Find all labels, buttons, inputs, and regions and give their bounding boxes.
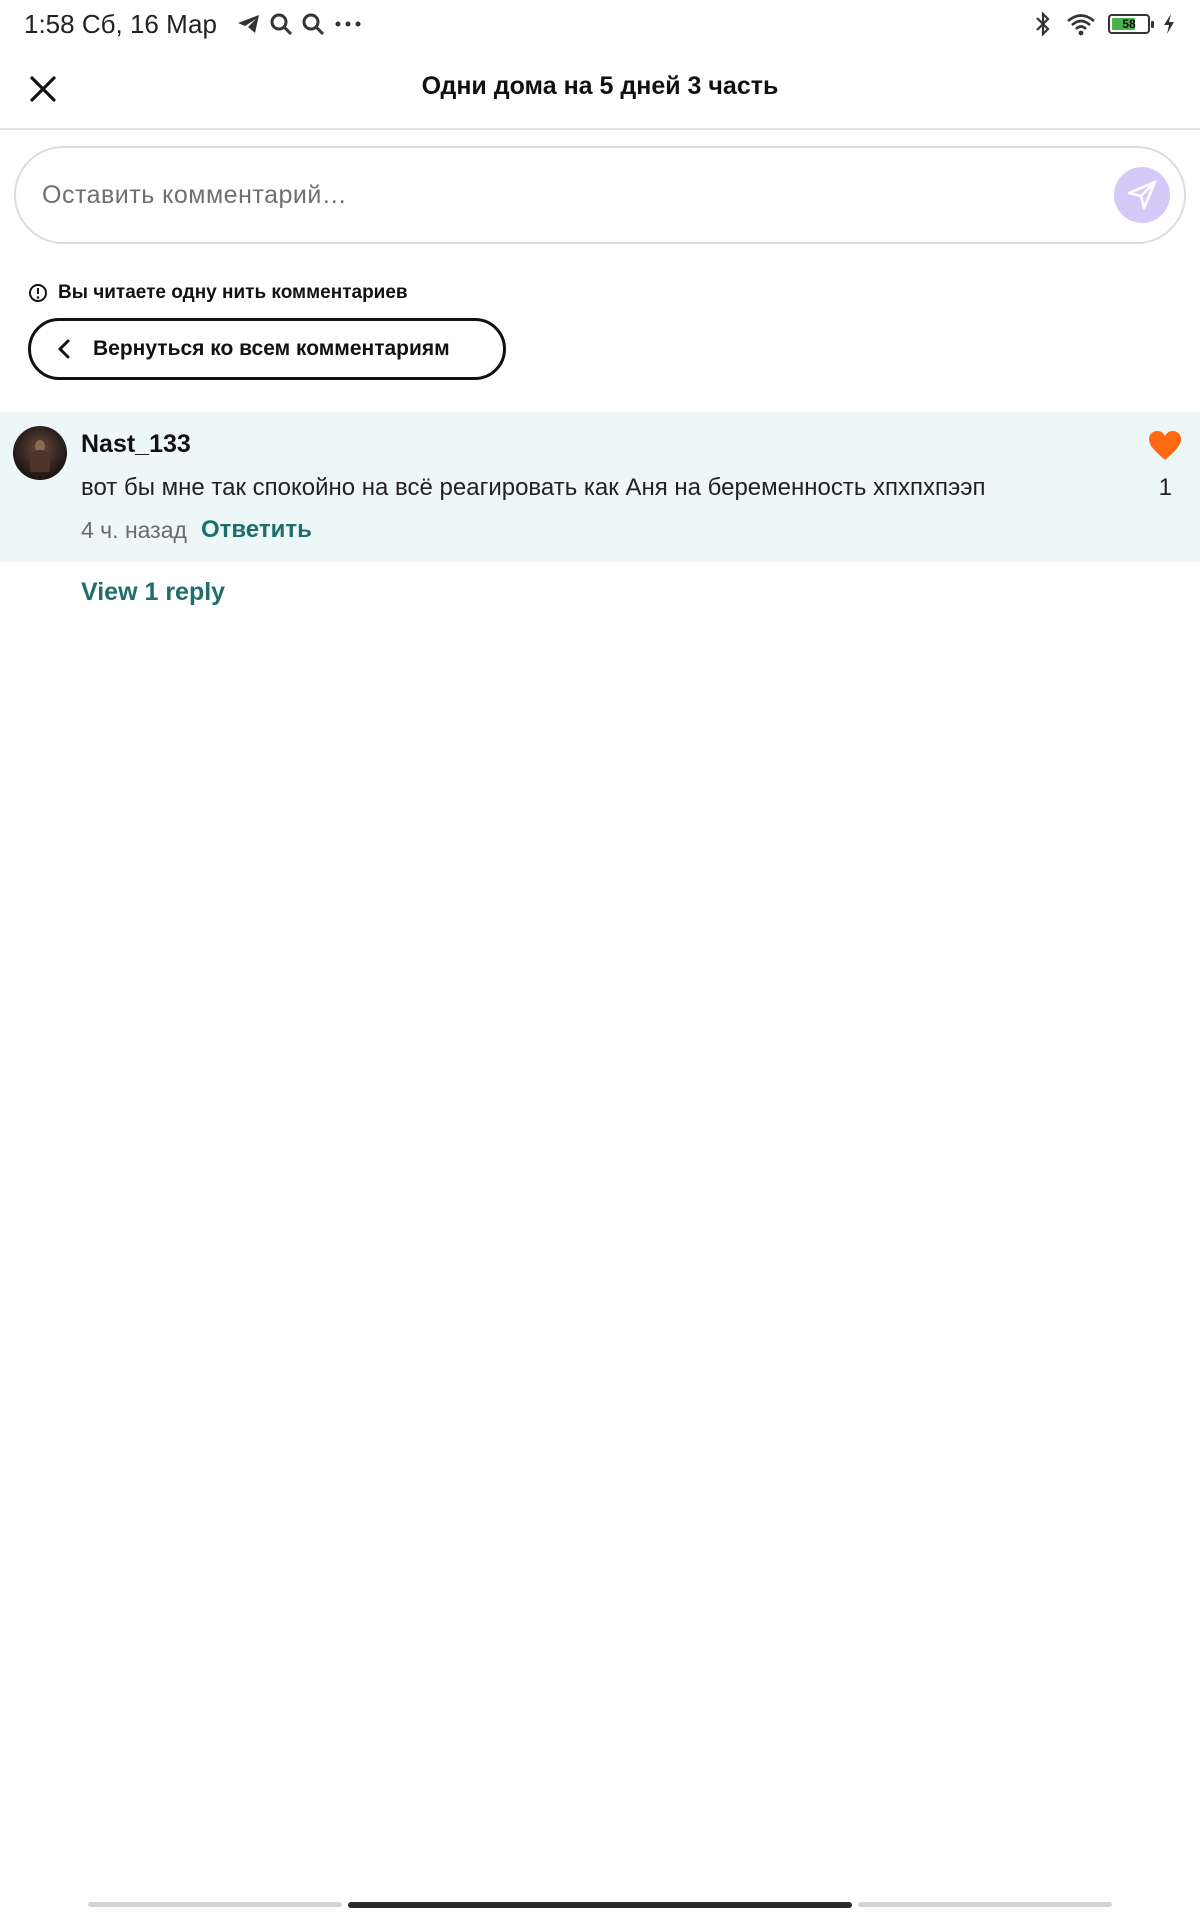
search-icon	[302, 13, 325, 36]
battery-level: 58	[1122, 17, 1136, 31]
heart-icon	[1149, 431, 1181, 460]
send-icon	[1127, 180, 1157, 210]
page-title: Одни дома на 5 дней 3 часть	[421, 72, 779, 100]
header: Одни дома на 5 дней 3 часть	[0, 48, 1200, 130]
status-left: 1:58 Сб, 16 Мар	[24, 9, 363, 40]
comment-text: вот бы мне так спокойно на всё реагирова…	[81, 474, 986, 501]
comment-input[interactable]	[42, 180, 1114, 210]
chevron-left-icon	[58, 339, 70, 359]
comment-item: Nast_133 вот бы мне так спокойно на всё …	[0, 412, 1200, 562]
charging-icon	[1164, 14, 1174, 34]
nav-handle-active	[348, 1902, 852, 1908]
telegram-icon	[237, 15, 259, 33]
comment-time: 4 ч. назад	[81, 516, 187, 543]
avatar[interactable]	[13, 426, 67, 480]
send-button[interactable]	[1114, 167, 1170, 223]
comment-username[interactable]: Nast_133	[81, 430, 191, 459]
status-notification-icons	[237, 12, 363, 36]
bluetooth-icon	[1036, 11, 1050, 37]
more-icon	[335, 21, 361, 27]
like-count: 1	[1158, 474, 1172, 501]
like-button[interactable]	[1148, 430, 1182, 462]
nav-handle-segment	[88, 1902, 342, 1907]
nav-handle-segment	[858, 1902, 1112, 1907]
status-system-icons: 58	[1032, 11, 1176, 37]
reply-button[interactable]: Ответить	[201, 516, 312, 544]
status-time-date: 1:58 Сб, 16 Мар	[24, 8, 217, 39]
comment-input-container	[14, 146, 1186, 244]
comment-meta: 4 ч. назад Ответить	[81, 516, 312, 544]
status-bar: 1:58 Сб, 16 Мар 58	[0, 0, 1200, 48]
battery-icon: 58	[1108, 14, 1154, 34]
comments-screen: 1:58 Сб, 16 Мар 58 Одни дома на 5 дней 3…	[0, 0, 1200, 1920]
back-button-label: Вернуться ко всем комментариям	[93, 337, 450, 360]
thread-notice: Вы читаете одну нить комментариев	[28, 282, 408, 304]
wifi-icon	[1067, 14, 1095, 36]
info-icon	[29, 284, 47, 302]
back-to-all-comments-button[interactable]: Вернуться ко всем комментариям	[28, 318, 506, 380]
navigation-handle[interactable]	[88, 1902, 1112, 1908]
search-icon	[270, 13, 293, 36]
thread-notice-text: Вы читаете одну нить комментариев	[58, 282, 408, 303]
view-replies-button[interactable]: View 1 reply	[81, 578, 225, 607]
